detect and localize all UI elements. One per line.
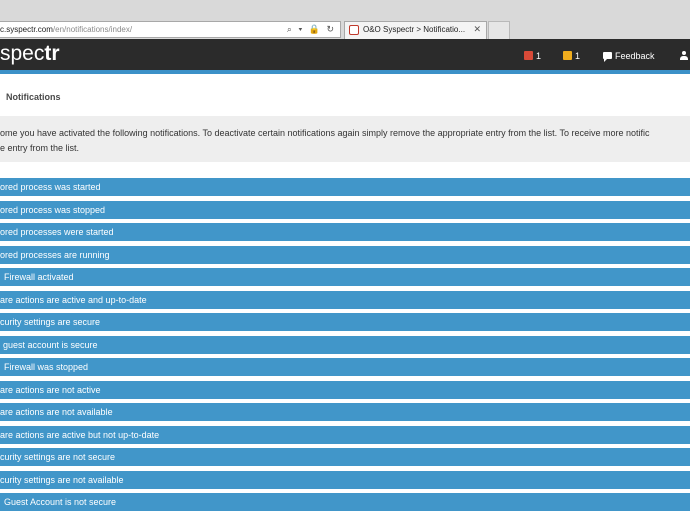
notification-row[interactable]: curity settings are secure <box>0 313 690 331</box>
feedback-button[interactable]: Feedback <box>603 50 655 62</box>
alerts-button[interactable]: 1 <box>524 50 541 62</box>
warning-icon <box>563 51 572 60</box>
notification-label: ored process was started <box>0 182 101 192</box>
favicon-icon <box>349 25 359 35</box>
notification-row[interactable]: ored process was stopped <box>0 201 690 219</box>
notification-label: Firewall activated <box>4 272 74 282</box>
warnings-count: 1 <box>575 51 581 61</box>
notification-row[interactable]: are actions are active but not up-to-dat… <box>0 426 690 444</box>
browser-tab[interactable]: O&O Syspectr > Notificatio... ✕ <box>344 21 487 39</box>
notification-label: curity settings are secure <box>0 317 101 327</box>
address-path: /en/notifications/index/ <box>52 25 133 34</box>
navbar-accent-bar <box>0 70 690 74</box>
app-navbar: spectr 1 1 Feedback <box>0 39 690 70</box>
user-icon <box>680 51 688 60</box>
tab-close-icon[interactable]: ✕ <box>473 24 481 35</box>
browser-chrome: c.syspectr.com/en/notifications/index/ ⌕… <box>0 0 690 40</box>
notification-row[interactable]: curity settings are not available <box>0 471 690 489</box>
notification-label: are actions are active but not up-to-dat… <box>0 430 160 440</box>
user-menu-button[interactable] <box>680 50 688 62</box>
address-bar[interactable]: c.syspectr.com/en/notifications/index/ ⌕… <box>0 21 341 38</box>
notification-label: are actions are active and up-to-date <box>0 295 147 305</box>
notification-row[interactable]: Guest Account is not secure <box>0 493 690 511</box>
notification-label: curity settings are not secure <box>0 452 116 462</box>
notification-label: ored processes are running <box>0 250 110 260</box>
notification-label: ored process was stopped <box>0 205 106 215</box>
address-url: c.syspectr.com/en/notifications/index/ <box>0 25 132 34</box>
notification-row[interactable]: ored processes are running <box>0 246 690 264</box>
info-line-2: e entry from the list. <box>0 143 80 153</box>
info-panel: ome you have activated the following not… <box>0 116 690 162</box>
alerts-count: 1 <box>536 51 542 61</box>
new-tab-button[interactable] <box>488 21 510 39</box>
info-text: ome you have activated the following not… <box>0 126 690 156</box>
page-title: Notifications <box>6 92 61 102</box>
notification-row[interactable]: are actions are not available <box>0 403 690 421</box>
notification-label: Firewall was stopped <box>4 362 89 372</box>
alert-icon <box>524 51 533 60</box>
warnings-button[interactable]: 1 <box>563 50 580 62</box>
notification-row[interactable]: are actions are not active <box>0 381 690 399</box>
logo-text-light: spec <box>0 42 45 65</box>
notification-label: ored processes were started <box>0 227 114 237</box>
notification-row[interactable]: Firewall was stopped <box>0 358 690 376</box>
notification-row[interactable]: curity settings are not secure <box>0 448 690 466</box>
address-domain: c.syspectr.com <box>0 25 53 34</box>
syspectr-logo[interactable]: spectr <box>0 43 60 65</box>
notification-row[interactable]: are actions are active and up-to-date <box>0 291 690 309</box>
notification-row[interactable]: Firewall activated <box>0 268 690 286</box>
notification-row[interactable]: ored process was started <box>0 178 690 196</box>
notification-label: are actions are not active <box>0 385 101 395</box>
tab-title: O&O Syspectr > Notificatio... <box>363 25 466 34</box>
feedback-label: Feedback <box>615 51 655 61</box>
info-line-1: ome you have activated the following not… <box>0 128 650 138</box>
notification-row[interactable]: guest account is secure <box>0 336 690 354</box>
notification-label: guest account is secure <box>3 340 98 350</box>
notification-row[interactable]: ored processes were started <box>0 223 690 241</box>
notification-label: curity settings are not available <box>0 475 124 485</box>
notification-label: Guest Account is not secure <box>4 497 117 507</box>
chat-icon <box>603 52 612 62</box>
notification-label: are actions are not available <box>0 407 113 417</box>
address-bar-icons[interactable]: ⌕ ▾ 🔒 ↻ <box>287 24 336 35</box>
logo-text-bold: tr <box>44 42 60 65</box>
